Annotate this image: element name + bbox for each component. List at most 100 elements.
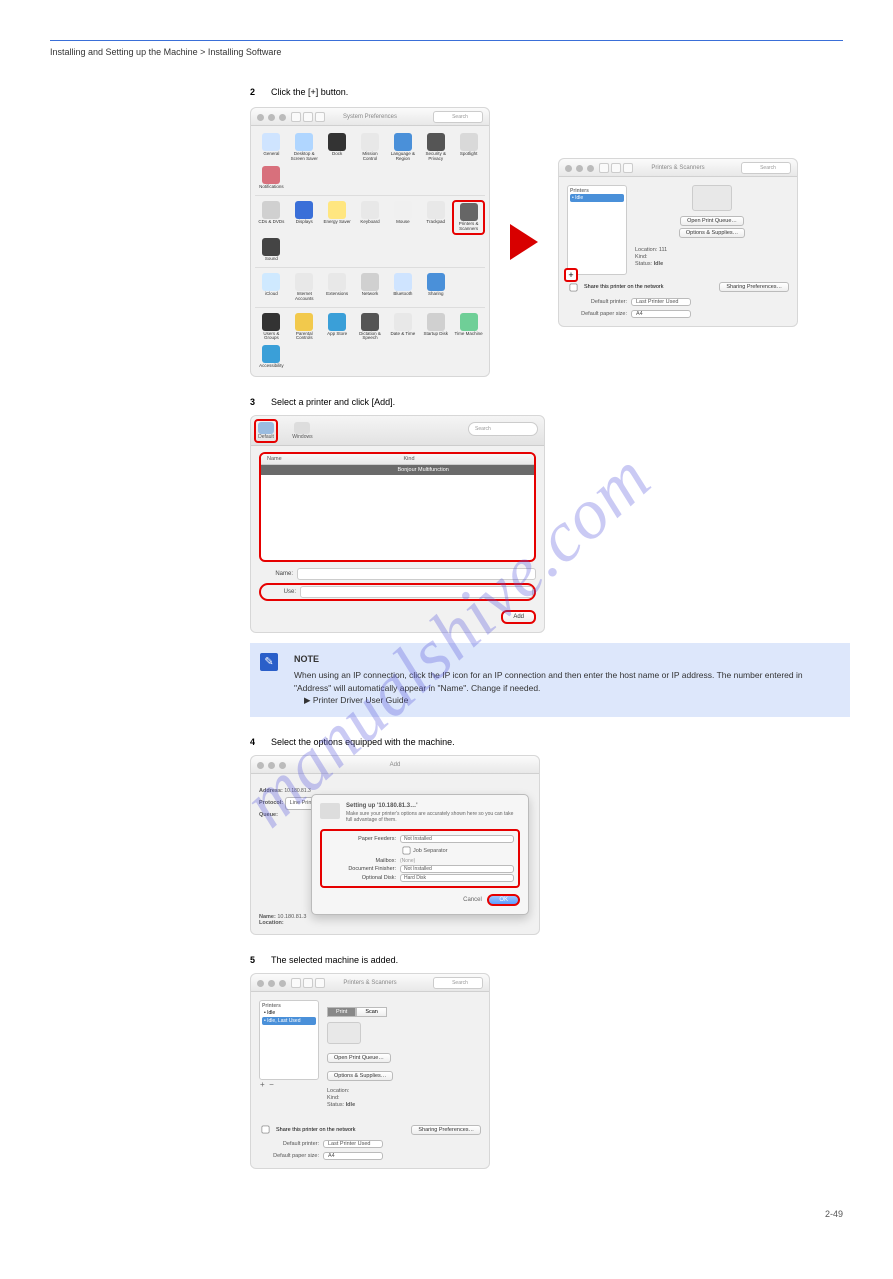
default-tab-button[interactable]: Default xyxy=(254,419,278,443)
open-queue-button[interactable]: Open Print Queue… xyxy=(327,1053,391,1063)
scan-tab[interactable]: Scan xyxy=(356,1007,387,1017)
printer-list[interactable]: Printers • Idle + xyxy=(567,185,627,275)
paper-size-select[interactable]: A4 xyxy=(631,310,691,318)
pref-dictation-speech[interactable]: Dictation & Speech xyxy=(354,312,387,343)
pref-trackpad[interactable]: Trackpad xyxy=(419,200,452,235)
window-nav[interactable] xyxy=(599,163,633,173)
printer-icon xyxy=(692,185,732,211)
traffic-lights[interactable] xyxy=(257,114,286,121)
printer-icon xyxy=(327,1022,361,1044)
note-box: ✎ NOTE When using an IP connection, clic… xyxy=(250,643,850,717)
ok-button[interactable]: OK xyxy=(487,894,520,906)
default-printer-select[interactable]: Last Printer Used xyxy=(323,1140,383,1148)
add-button[interactable]: Add xyxy=(501,610,536,624)
ip-tab-button[interactable]: Windows xyxy=(290,419,314,443)
pref-extensions[interactable]: Extensions xyxy=(321,272,354,303)
pref-desktop-screen-saver[interactable]: Desktop & Screen Saver xyxy=(288,132,321,163)
printer-list-item[interactable]: • Idle xyxy=(262,1009,316,1017)
window-title: System Preferences xyxy=(343,114,397,120)
printers-scanners-final-window: Printers & Scanners Search Printers • Id… xyxy=(250,973,490,1169)
pref-general[interactable]: General xyxy=(255,132,288,163)
pref-mission-control[interactable]: Mission Control xyxy=(354,132,387,163)
search-input[interactable]: Search xyxy=(468,422,538,436)
printer-list-frame: NameKind Bonjour Multifunction xyxy=(259,452,536,562)
paper-size-select[interactable]: A4 xyxy=(323,1152,383,1160)
pref-network[interactable]: Network xyxy=(354,272,387,303)
traffic-lights[interactable] xyxy=(565,165,594,172)
printer-options-window: Add Address: 10.180.81.3 Protocol: Line … xyxy=(250,755,540,935)
add-printer-window: Default Windows Search NameKind Bonjour … xyxy=(250,415,545,633)
pref-bluetooth[interactable]: Bluetooth xyxy=(386,272,419,303)
breadcrumb: Installing and Setting up the Machine > … xyxy=(50,47,281,57)
printer-list-item[interactable]: • Idle xyxy=(570,194,624,202)
pref-sound[interactable]: Sound xyxy=(255,237,288,263)
pref-icloud[interactable]: iCloud xyxy=(255,272,288,303)
window-nav[interactable] xyxy=(291,112,325,122)
pref-printers-scanners[interactable]: Printers & Scanners xyxy=(452,200,485,235)
pref-energy-saver[interactable]: Energy Saver xyxy=(321,200,354,235)
cancel-button[interactable]: Cancel xyxy=(463,897,482,903)
page-header: Installing and Setting up the Machine > … xyxy=(50,47,843,57)
pref-dock[interactable]: Dock xyxy=(321,132,354,163)
options-supplies-button[interactable]: Options & Supplies… xyxy=(679,228,745,238)
window-title: Printers & Scanners xyxy=(343,980,396,986)
share-label: Share this printer on the network xyxy=(584,284,664,290)
search-input[interactable]: Search xyxy=(741,162,791,174)
pref-mouse[interactable]: Mouse xyxy=(386,200,419,235)
step-2: 2Click the [+] button. xyxy=(250,87,843,97)
step-5: 5The selected machine is added. xyxy=(250,955,843,965)
name-input[interactable] xyxy=(297,568,536,580)
system-preferences-window: System Preferences Search GeneralDesktop… xyxy=(250,107,490,377)
tabs: PrintScan xyxy=(327,1000,481,1018)
step-3: 3Select a printer and click [Add]. xyxy=(250,397,843,407)
printers-scanners-window: Printers & Scanners Search Printers • Id… xyxy=(558,158,798,327)
pref-language-region[interactable]: Language & Region xyxy=(386,132,419,163)
pref-internet-accounts[interactable]: Internet Accounts xyxy=(288,272,321,303)
pref-parental-controls[interactable]: Parental Controls xyxy=(288,312,321,343)
pref-displays[interactable]: Displays xyxy=(288,200,321,235)
pref-time-machine[interactable]: Time Machine xyxy=(452,312,485,343)
printer-list-item[interactable]: • Idle, Last Used xyxy=(262,1017,316,1025)
add-printer-button[interactable]: + xyxy=(564,268,578,282)
use-field-row: Use: xyxy=(259,583,536,601)
pref-sharing[interactable]: Sharing xyxy=(419,272,452,303)
traffic-lights[interactable] xyxy=(257,762,286,769)
pref-accessibility[interactable]: Accessibility xyxy=(255,344,288,370)
window-title: Add xyxy=(390,762,401,768)
job-separator-checkbox[interactable] xyxy=(403,847,411,855)
sharing-prefs-button[interactable]: Sharing Preferences… xyxy=(411,1125,481,1135)
search-input[interactable]: Search xyxy=(433,111,483,123)
sharing-prefs-button[interactable]: Sharing Preferences… xyxy=(719,282,789,292)
document-finisher-select[interactable]: Not Installed xyxy=(400,865,514,873)
default-printer-select[interactable]: Last Printer Used xyxy=(631,298,691,306)
printer-list-row[interactable]: Bonjour Multifunction xyxy=(261,465,534,475)
name-field-row: Name: xyxy=(259,568,536,580)
share-checkbox[interactable] xyxy=(262,1126,270,1134)
pref-security-privacy[interactable]: Security & Privacy xyxy=(419,132,452,163)
printer-icon xyxy=(320,803,340,819)
pref-keyboard[interactable]: Keyboard xyxy=(354,200,387,235)
page-number: 2-49 xyxy=(50,1209,843,1219)
use-select[interactable] xyxy=(300,586,533,598)
options-sheet: Setting up '10.180.81.3…' Make sure your… xyxy=(311,794,529,915)
open-queue-button[interactable]: Open Print Queue… xyxy=(680,216,744,226)
note-icon: ✎ xyxy=(260,653,278,671)
traffic-lights[interactable] xyxy=(257,980,286,987)
optional-disk-select[interactable]: Hard Disk xyxy=(400,874,514,882)
window-nav[interactable] xyxy=(291,978,325,988)
pref-notifications[interactable]: Notifications xyxy=(255,165,288,191)
arrow-icon xyxy=(510,224,538,260)
pref-cds-dvds[interactable]: CDs & DVDs xyxy=(255,200,288,235)
pref-startup-disk[interactable]: Startup Disk xyxy=(419,312,452,343)
step-4: 4Select the options equipped with the ma… xyxy=(250,737,843,747)
search-input[interactable]: Search xyxy=(433,977,483,989)
print-tab[interactable]: Print xyxy=(327,1007,356,1017)
share-checkbox[interactable] xyxy=(570,283,578,291)
options-supplies-button[interactable]: Options & Supplies… xyxy=(327,1071,393,1081)
pref-users-groups[interactable]: Users & Groups xyxy=(255,312,288,343)
printer-list[interactable]: Printers • Idle • Idle, Last Used + − xyxy=(259,1000,319,1080)
pref-spotlight[interactable]: Spotlight xyxy=(452,132,485,163)
paper-feeders-select[interactable]: Not Installed xyxy=(400,835,514,843)
pref-date-time[interactable]: Date & Time xyxy=(386,312,419,343)
pref-app-store[interactable]: App Store xyxy=(321,312,354,343)
